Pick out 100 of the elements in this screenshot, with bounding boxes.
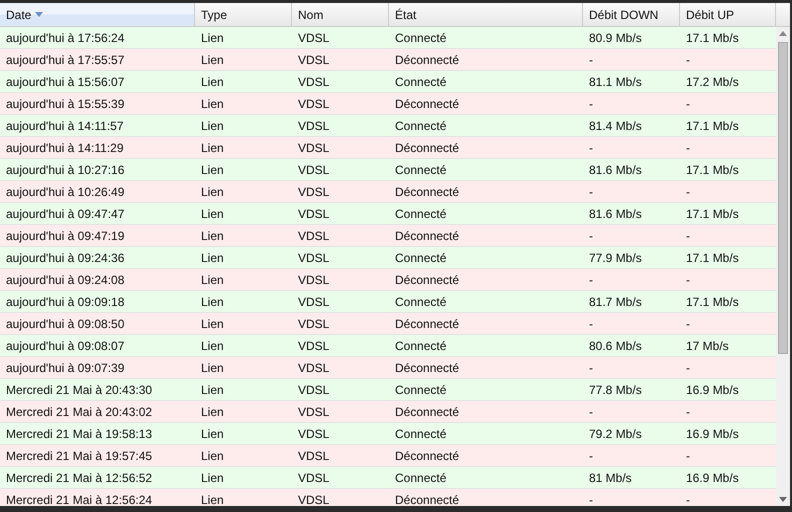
table-cell: Lien — [201, 448, 224, 462]
scroll-up-icon[interactable] — [779, 31, 787, 36]
table-cell: - — [686, 228, 690, 242]
table-cell: 17.2 Mb/s — [686, 74, 739, 88]
table-cell: - — [686, 404, 690, 418]
table-cell: 81.7 Mb/s — [589, 294, 642, 308]
table-row[interactable]: aujourd'hui à 17:55:57 Lien VDSL Déconnecté - - — [0, 49, 776, 71]
table-cell: 17.1 Mb/s — [686, 162, 739, 176]
table-cell: Connecté — [395, 338, 446, 352]
table-cell: 81.4 Mb/s — [589, 118, 642, 132]
table-cell: VDSL — [298, 382, 330, 396]
table-row[interactable]: Mercredi 21 Mai à 12:56:24 Lien VDSL Déconnecté - - — [0, 489, 776, 506]
table-cell: VDSL — [298, 74, 330, 88]
table-row[interactable]: aujourd'hui à 09:09:18 Lien VDSL Connecté 81.7 Mb/s 17.1 Mb/s — [0, 291, 776, 313]
column-header[interactable]: Nom — [292, 3, 389, 26]
table-cell: Déconnecté — [395, 360, 460, 374]
table-row[interactable]: aujourd'hui à 15:55:39 Lien VDSL Déconnecté - - — [0, 93, 776, 115]
table-cell: VDSL — [298, 360, 330, 374]
column-header[interactable]: Débit DOWN — [583, 3, 680, 26]
table-row[interactable]: aujourd'hui à 09:47:47 Lien VDSL Connecté 81.6 Mb/s 17.1 Mb/s — [0, 203, 776, 225]
table-row[interactable]: Mercredi 21 Mai à 20:43:02 Lien VDSL Déconnecté - - — [0, 401, 776, 423]
table-cell: - — [686, 492, 690, 506]
table-cell: Lien — [201, 162, 224, 176]
table-cell: Déconnecté — [395, 448, 460, 462]
table-row[interactable]: aujourd'hui à 14:11:29 Lien VDSL Déconnecté - - — [0, 137, 776, 159]
table-cell: - — [589, 404, 593, 418]
table-row[interactable]: Mercredi 21 Mai à 12:56:52 Lien VDSL Connecté 81 Mb/s 16.9 Mb/s — [0, 467, 776, 489]
table-cell: Mercredi 21 Mai à 19:58:13 — [6, 426, 152, 440]
table-cell: VDSL — [298, 250, 330, 264]
table-cell: Déconnecté — [395, 228, 460, 242]
table-cell: 17 Mb/s — [686, 338, 729, 352]
table-cell: - — [686, 96, 690, 110]
table-row[interactable]: aujourd'hui à 09:08:07 Lien VDSL Connecté 80.6 Mb/s 17 Mb/s — [0, 335, 776, 357]
table-row[interactable]: Mercredi 21 Mai à 20:43:30 Lien VDSL Connecté 77.8 Mb/s 16.9 Mb/s — [0, 379, 776, 401]
table-cell: Lien — [201, 492, 224, 506]
table-cell: Mercredi 21 Mai à 20:43:30 — [6, 382, 152, 396]
table-cell: 81.1 Mb/s — [589, 74, 642, 88]
table-cell: Lien — [201, 228, 224, 242]
table-cell: - — [589, 52, 593, 66]
table-cell: aujourd'hui à 09:47:19 — [6, 228, 124, 242]
table-cell: 77.8 Mb/s — [589, 382, 642, 396]
table-cell: 17.1 Mb/s — [686, 30, 739, 44]
table-cell: aujourd'hui à 14:11:57 — [6, 118, 124, 132]
table-cell: aujourd'hui à 17:56:24 — [6, 30, 124, 44]
table-row[interactable]: aujourd'hui à 09:08:50 Lien VDSL Déconnecté - - — [0, 313, 776, 335]
column-header[interactable]: État — [389, 3, 583, 26]
table-row[interactable]: aujourd'hui à 15:56:07 Lien VDSL Connecté 81.1 Mb/s 17.2 Mb/s — [0, 71, 776, 93]
table-cell: Connecté — [395, 74, 446, 88]
table-cell: 81.6 Mb/s — [589, 162, 642, 176]
table-cell: - — [589, 228, 593, 242]
table-cell: 80.6 Mb/s — [589, 338, 642, 352]
table-cell: Lien — [201, 140, 224, 154]
table-row[interactable]: aujourd'hui à 09:47:19 Lien VDSL Déconnecté - - — [0, 225, 776, 247]
table-cell: VDSL — [298, 228, 330, 242]
table-cell: VDSL — [298, 140, 330, 154]
table-cell: aujourd'hui à 17:55:57 — [6, 52, 124, 66]
table-cell: 80.9 Mb/s — [589, 30, 642, 44]
table-cell: aujourd'hui à 09:47:47 — [6, 206, 124, 220]
column-header[interactable]: Débit UP — [680, 3, 776, 26]
table-cell: - — [589, 96, 593, 110]
table-row[interactable]: aujourd'hui à 17:56:24 Lien VDSL Connecté 80.9 Mb/s 17.1 Mb/s — [0, 27, 776, 49]
table-cell: VDSL — [298, 118, 330, 132]
table-row[interactable]: Mercredi 21 Mai à 19:58:13 Lien VDSL Connecté 79.2 Mb/s 16.9 Mb/s — [0, 423, 776, 445]
table-cell: Lien — [201, 360, 224, 374]
table-cell: VDSL — [298, 30, 330, 44]
table-cell: 77.9 Mb/s — [589, 250, 642, 264]
table-cell: Connecté — [395, 426, 446, 440]
table-cell: aujourd'hui à 15:55:39 — [6, 96, 124, 110]
table-cell: Connecté — [395, 30, 446, 44]
table-cell: aujourd'hui à 10:26:49 — [6, 184, 124, 198]
table-cell: - — [686, 316, 690, 330]
table-cell: Mercredi 21 Mai à 20:43:02 — [6, 404, 152, 418]
scrollbar[interactable] — [776, 27, 790, 506]
table-cell: VDSL — [298, 448, 330, 462]
scroll-down-icon[interactable] — [779, 497, 787, 502]
table-cell: Déconnecté — [395, 96, 460, 110]
table-cell: Mercredi 21 Mai à 12:56:24 — [6, 492, 152, 506]
table-cell: Connecté — [395, 294, 446, 308]
table-row[interactable]: aujourd'hui à 09:07:39 Lien VDSL Déconnecté - - — [0, 357, 776, 379]
table-cell: Connecté — [395, 382, 446, 396]
table-row[interactable]: aujourd'hui à 10:27:16 Lien VDSL Connecté 81.6 Mb/s 17.1 Mb/s — [0, 159, 776, 181]
table-cell: Lien — [201, 338, 224, 352]
table-row[interactable]: Mercredi 21 Mai à 19:57:45 Lien VDSL Déconnecté - - — [0, 445, 776, 467]
column-header[interactable]: Date — [0, 3, 195, 26]
table-cell: - — [589, 448, 593, 462]
table-cell: Lien — [201, 294, 224, 308]
table-cell: aujourd'hui à 09:09:18 — [6, 294, 124, 308]
table-cell: 79.2 Mb/s — [589, 426, 642, 440]
scrollbar-thumb[interactable] — [778, 42, 788, 354]
table-cell: aujourd'hui à 10:27:16 — [6, 162, 124, 176]
table-cell: 16.9 Mb/s — [686, 382, 739, 396]
table-row[interactable]: aujourd'hui à 14:11:57 Lien VDSL Connecté 81.4 Mb/s 17.1 Mb/s — [0, 115, 776, 137]
table-cell: - — [686, 52, 690, 66]
column-header[interactable]: Type — [195, 3, 292, 26]
table-cell: Lien — [201, 30, 224, 44]
table-row[interactable]: aujourd'hui à 09:24:36 Lien VDSL Connecté 77.9 Mb/s 17.1 Mb/s — [0, 247, 776, 269]
table-row[interactable]: aujourd'hui à 10:26:49 Lien VDSL Déconnecté - - — [0, 181, 776, 203]
table-cell: VDSL — [298, 316, 330, 330]
table-row[interactable]: aujourd'hui à 09:24:08 Lien VDSL Déconnecté - - — [0, 269, 776, 291]
table-cell: VDSL — [298, 426, 330, 440]
